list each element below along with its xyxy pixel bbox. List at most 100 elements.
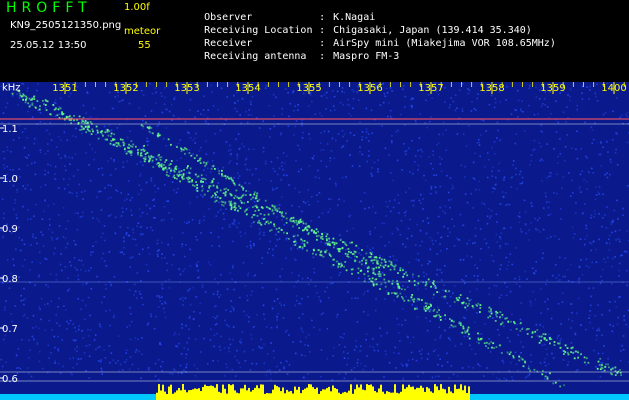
noise-dot	[366, 245, 369, 248]
noise-dot	[283, 365, 285, 368]
noise-dot	[331, 379, 334, 381]
noise-dot	[606, 140, 608, 143]
activity-bar	[618, 396, 620, 400]
noise-dot	[477, 138, 480, 141]
noise-dot	[442, 133, 444, 136]
noise-dot	[113, 276, 116, 278]
signal-dot	[183, 147, 186, 149]
noise-dot	[302, 331, 304, 333]
activity-bar	[464, 385, 466, 400]
noise-dot	[308, 283, 310, 286]
noise-dot	[359, 362, 362, 365]
signal-dot	[464, 331, 467, 334]
signal-dot	[572, 351, 575, 354]
noise-dot	[407, 227, 410, 230]
activity-bar	[312, 387, 314, 400]
activity-bar	[280, 391, 282, 400]
activity-bar	[274, 384, 276, 400]
noise-dot	[357, 358, 359, 361]
signal-dot	[257, 221, 259, 224]
noise-dot	[415, 359, 418, 362]
noise-dot	[353, 134, 355, 137]
signal-dot	[255, 204, 258, 207]
noise-dot	[542, 325, 545, 328]
signal-dot	[396, 295, 399, 298]
signal-dot	[372, 283, 375, 286]
noise-dot	[268, 248, 270, 250]
noise-dot	[188, 132, 190, 134]
signal-dot	[137, 153, 139, 156]
noise-dot	[38, 350, 41, 353]
noise-dot	[318, 296, 320, 298]
signal-dot	[337, 266, 340, 269]
noise-dot	[299, 148, 301, 151]
noise-dot	[498, 334, 500, 336]
signal-dot	[207, 190, 209, 192]
noise-dot	[233, 94, 235, 97]
signal-dot	[387, 292, 390, 295]
noise-dot	[69, 319, 72, 322]
noise-dot	[557, 155, 559, 158]
noise-dot	[612, 257, 614, 260]
noise-dot	[112, 316, 115, 319]
noise-dot	[594, 314, 597, 317]
activity-bar	[134, 396, 136, 400]
noise-dot	[166, 262, 168, 265]
noise-dot	[424, 179, 427, 182]
noise-dot	[359, 151, 361, 153]
signal-dot	[313, 249, 315, 252]
signal-dot	[308, 226, 311, 229]
noise-dot	[421, 240, 423, 243]
noise-dot	[405, 365, 408, 367]
noise-dot	[203, 114, 206, 116]
signal-dot	[433, 315, 435, 317]
noise-dot	[231, 278, 233, 281]
noise-dot	[570, 327, 572, 329]
noise-dot	[487, 246, 490, 249]
noise-dot	[183, 268, 186, 271]
noise-dot	[90, 288, 93, 290]
noise-dot	[199, 194, 202, 196]
noise-dot	[541, 131, 544, 133]
noise-dot	[134, 283, 136, 286]
signal-dot	[222, 204, 225, 207]
noise-dot	[471, 348, 473, 351]
noise-dot	[74, 243, 77, 246]
noise-dot	[236, 153, 238, 156]
noise-dot	[146, 213, 148, 215]
noise-dot	[297, 144, 299, 147]
noise-dot	[156, 242, 159, 245]
noise-dot	[89, 116, 92, 118]
activity-bar	[210, 385, 212, 400]
noise-dot	[602, 113, 605, 116]
noise-dot	[256, 314, 258, 316]
signal-dot	[196, 190, 199, 192]
noise-dot	[468, 239, 471, 241]
noise-dot	[151, 229, 154, 232]
noise-dot	[377, 349, 379, 352]
noise-dot	[16, 367, 18, 369]
noise-dot	[546, 353, 548, 356]
noise-dot	[604, 214, 606, 216]
activity-bar	[328, 386, 330, 400]
noise-dot	[400, 362, 403, 365]
noise-dot	[39, 112, 42, 114]
noise-dot	[185, 353, 188, 356]
signal-dot	[373, 259, 376, 261]
noise-dot	[27, 218, 29, 221]
noise-dot	[588, 98, 590, 100]
noise-dot	[531, 205, 533, 207]
signal-dot	[296, 221, 298, 224]
noise-dot	[253, 275, 256, 277]
signal-dot	[88, 126, 90, 128]
signal-dot	[436, 291, 439, 293]
noise-dot	[109, 361, 111, 364]
noise-dot	[552, 357, 555, 359]
noise-dot	[213, 334, 216, 337]
noise-dot	[462, 224, 465, 226]
noise-dot	[398, 202, 400, 204]
activity-bar	[146, 394, 148, 400]
activity-bar	[600, 395, 602, 400]
noise-dot	[269, 128, 272, 130]
signal-dot	[333, 243, 336, 246]
